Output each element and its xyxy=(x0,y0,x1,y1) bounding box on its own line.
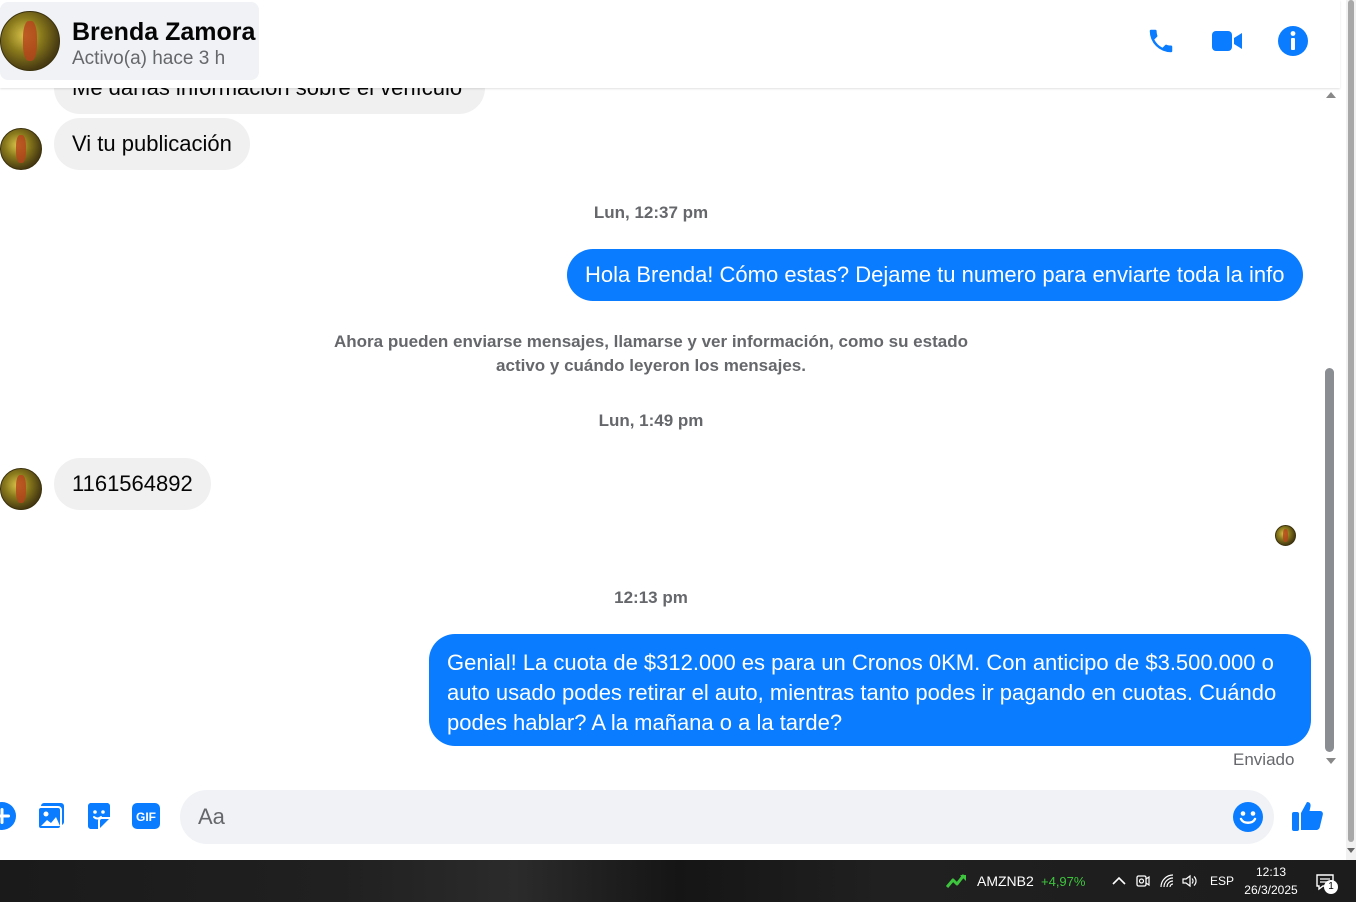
smiley-icon xyxy=(1233,802,1263,832)
message-timestamp: Lun, 1:49 pm xyxy=(598,411,704,430)
scroll-down-arrow-icon[interactable] xyxy=(1326,758,1336,764)
message-composer: GIF xyxy=(0,772,1340,860)
windows-taskbar: AMZNB2 +4,97% ESP 12:13 26/3/2025 1 xyxy=(0,860,1356,902)
stock-ticker[interactable]: AMZNB2 xyxy=(977,873,1034,889)
sender-avatar[interactable] xyxy=(0,468,42,510)
audio-call-button[interactable] xyxy=(1144,24,1178,58)
thumbs-up-icon xyxy=(1292,802,1323,831)
sender-avatar[interactable] xyxy=(0,128,42,170)
camera-icon xyxy=(1136,875,1150,887)
gif-label: GIF xyxy=(136,810,156,824)
conversation-info-button[interactable] xyxy=(1276,24,1310,58)
sticker-button[interactable] xyxy=(83,800,115,832)
emoji-button[interactable] xyxy=(1232,801,1264,833)
contact-name: Brenda Zamora xyxy=(72,18,256,46)
contact-avatar[interactable] xyxy=(0,11,60,71)
message-bubble-incoming[interactable]: Vi tu publicación xyxy=(54,118,250,170)
message-input[interactable] xyxy=(198,802,1208,832)
message-bubble-incoming[interactable]: 1161564892 xyxy=(54,458,211,510)
scroll-up-arrow-icon[interactable] xyxy=(1326,92,1336,98)
image-icon xyxy=(37,803,64,830)
sticker-icon xyxy=(88,803,110,829)
meet-now-button[interactable] xyxy=(1134,872,1152,890)
chevron-up-icon xyxy=(1112,876,1126,885)
phone-icon xyxy=(1149,29,1173,53)
delivery-status: Enviado xyxy=(1233,750,1295,769)
clock-date[interactable]: 26/3/2025 xyxy=(1240,883,1302,897)
show-hidden-icons-button[interactable] xyxy=(1110,872,1128,890)
speaker-icon xyxy=(1182,874,1197,888)
page-scrollbar-thumb[interactable] xyxy=(1348,0,1354,842)
messenger-window: Brenda Zamora Activo(a) hace 3 h Me darí… xyxy=(0,0,1356,902)
conversation-header: Brenda Zamora Activo(a) hace 3 h xyxy=(0,0,1340,88)
connection-notice: Ahora pueden enviarse mensajes, llamarse… xyxy=(334,332,968,375)
message-bubble-outgoing[interactable]: Hola Brenda! Cómo estas? Dejame tu numer… xyxy=(567,249,1303,301)
info-icon xyxy=(1278,26,1308,56)
message-bubble-outgoing[interactable]: Genial! La cuota de $312.000 es para un … xyxy=(429,634,1311,746)
attach-image-button[interactable] xyxy=(35,800,67,832)
volume-button[interactable] xyxy=(1181,872,1199,890)
read-receipt-avatar xyxy=(1275,525,1296,546)
page-scroll-down-arrow-icon[interactable] xyxy=(1347,848,1355,853)
page-scrollbar[interactable] xyxy=(1346,0,1356,860)
video-camera-icon xyxy=(1212,31,1242,51)
stock-trend-icon[interactable] xyxy=(945,873,968,889)
notification-count-badge: 1 xyxy=(1324,880,1338,894)
video-call-button[interactable] xyxy=(1210,24,1244,58)
input-language[interactable]: ESP xyxy=(1210,874,1234,888)
wifi-icon xyxy=(1160,874,1174,888)
message-list-scrollbar[interactable] xyxy=(1322,88,1338,770)
message-input-container[interactable] xyxy=(180,790,1274,844)
message-timestamp: Lun, 12:37 pm xyxy=(593,203,709,222)
gif-icon: GIF xyxy=(132,803,160,829)
clock-time[interactable]: 12:13 xyxy=(1244,865,1298,879)
message-timestamp: 12:13 pm xyxy=(614,588,688,607)
contact-status: Activo(a) hace 3 h xyxy=(72,48,226,69)
network-button[interactable] xyxy=(1158,872,1176,890)
stock-change[interactable]: +4,97% xyxy=(1041,874,1085,889)
plus-circle-icon xyxy=(0,802,16,830)
send-like-button[interactable] xyxy=(1290,798,1326,834)
more-actions-button[interactable] xyxy=(0,800,18,832)
gif-button[interactable]: GIF xyxy=(130,800,162,832)
contact-info-button[interactable]: Brenda Zamora Activo(a) hace 3 h xyxy=(0,2,259,80)
scrollbar-thumb[interactable] xyxy=(1325,368,1334,752)
